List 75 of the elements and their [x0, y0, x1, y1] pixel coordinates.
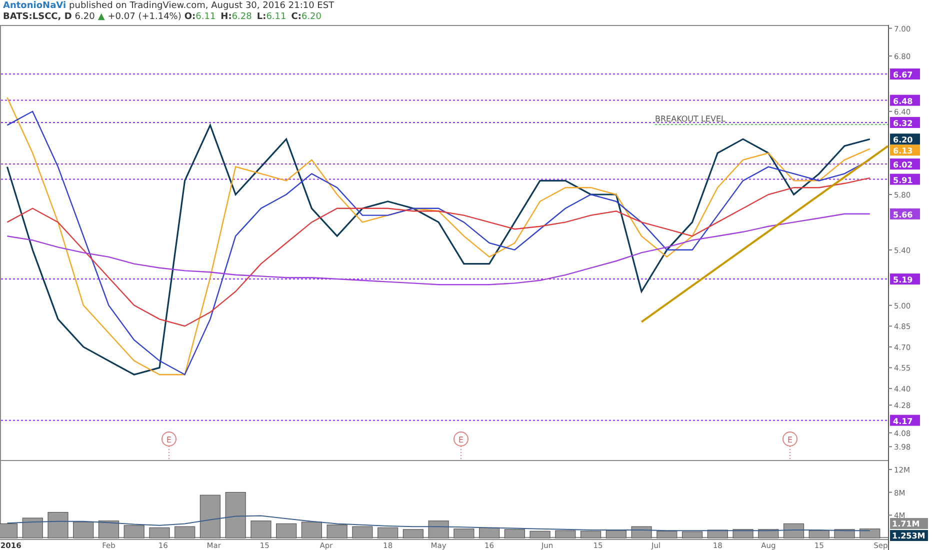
- axis-price-label: 6.48: [890, 94, 920, 106]
- axis-price-label: 5.66: [890, 208, 920, 220]
- ref-line-label: 5.19: [893, 275, 914, 284]
- volume-bar: [808, 530, 830, 538]
- volume-bar: [428, 520, 449, 538]
- ohlc-label: O:: [184, 12, 196, 23]
- volume-bar: [504, 529, 525, 538]
- axis-price-label: 6.02: [890, 158, 920, 170]
- ref-line-label: 6.67: [893, 70, 913, 80]
- annotation: E: [458, 435, 464, 444]
- volume-bar: [580, 531, 602, 538]
- volume-bar: [124, 525, 144, 538]
- volume-bar: [352, 526, 373, 538]
- volume-bar: [225, 492, 246, 538]
- volume-bar: [149, 528, 170, 538]
- ohlc-label: C:: [291, 12, 302, 23]
- axis-price-label: 6.67: [890, 68, 920, 80]
- last-price: 6.20: [74, 12, 95, 23]
- ref-line-label: 4.17: [893, 416, 913, 426]
- volume-bar: [606, 530, 626, 538]
- horizontal-level-line[interactable]: [0, 122, 888, 123]
- ohlc-value: 6.11: [196, 12, 216, 23]
- volume-bar: [326, 524, 348, 538]
- axis-price-label: 4.17: [890, 414, 920, 426]
- axis-price-label: 6.20: [890, 134, 920, 145]
- up-arrow-icon: ▲: [98, 12, 105, 23]
- volume-bar: [378, 528, 398, 538]
- breakout-level-label: BREAKOUT LEVEL: [655, 114, 726, 124]
- ref-line-label: 6.02: [893, 160, 913, 170]
- horizontal-level-line[interactable]: [0, 420, 888, 421]
- axis-volume-label: 1.71M: [890, 518, 928, 530]
- horizontal-level-line[interactable]: [0, 73, 888, 74]
- axis-price-label: 5.19: [890, 273, 920, 284]
- ref-line-label: 6.32: [893, 118, 913, 128]
- trend-line[interactable]: [640, 145, 889, 323]
- volume-bar: [301, 522, 322, 538]
- horizontal-level-line[interactable]: [0, 178, 888, 180]
- published-text: published on TradingView.com, August 30, 2016 21:10 EST: [69, 1, 334, 12]
- volume-bar: [48, 512, 68, 538]
- axis-price-label: 6.32: [890, 116, 920, 128]
- annotation: E: [166, 435, 172, 444]
- volume-bar: [555, 530, 576, 538]
- axis-price-label: 6.13: [890, 144, 920, 156]
- annotation: E: [787, 435, 793, 444]
- volume-bar: [276, 524, 297, 538]
- horizontal-level-line[interactable]: [0, 100, 888, 101]
- ohlc-label: H:: [220, 12, 232, 23]
- volume-bar: [783, 524, 804, 538]
- volume-bar: [73, 522, 94, 538]
- volume-bar: [454, 528, 474, 538]
- volume-bar: [98, 520, 120, 538]
- volume-bar: [656, 531, 678, 538]
- ohlc-value: 6.20: [301, 12, 322, 23]
- volume-bar: [174, 526, 196, 538]
- ohlc-label: L:: [256, 12, 266, 23]
- axis-volume-label: 1.253M: [890, 530, 928, 542]
- ohlc-value: 6.11: [266, 12, 286, 23]
- horizontal-level-line[interactable]: [0, 278, 888, 280]
- volume-bar: [682, 532, 703, 538]
- ohlc-value: 6.28: [232, 12, 252, 23]
- author-link[interactable]: AntonioNaVi: [3, 1, 66, 12]
- volume-bar: [0, 524, 18, 538]
- ref-line-label: 5.91: [893, 176, 914, 185]
- volume-bar: [530, 531, 550, 538]
- volume-bar: [402, 529, 424, 538]
- price-change: +0.07 (+1.14%): [108, 12, 182, 23]
- volume-bar: [200, 495, 221, 538]
- volume-bar: [22, 518, 43, 538]
- volume-bar: [631, 526, 652, 538]
- axis-price-label: 5.91: [890, 174, 920, 185]
- volume-bar: [479, 528, 500, 538]
- ref-line-label: 6.48: [893, 96, 914, 106]
- symbol-label: BATS:LSCC, D: [3, 12, 72, 23]
- volume-bar: [860, 528, 880, 538]
- volume-bar: [250, 520, 272, 538]
